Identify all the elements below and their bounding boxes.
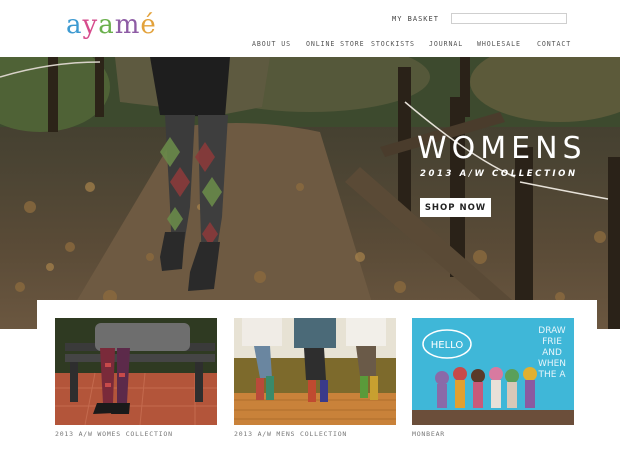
collection-tile-monbear[interactable]: HELLO DRAW FRIE AND WHEN THE A <box>412 318 574 425</box>
monbear-collection-photo: HELLO DRAW FRIE AND WHEN THE A <box>412 318 574 425</box>
nav-item-journal[interactable]: JOURNAL <box>429 40 463 48</box>
logo-letter-a: a <box>66 10 83 40</box>
site-header: ayamé MY BASKET ABOUT US ONLINE STORE ST… <box>0 0 620 57</box>
collection-caption-womens[interactable]: 2013 A/W WOMES COLLECTION <box>55 430 173 438</box>
nav-item-stockists[interactable]: STOCKISTS <box>371 40 415 48</box>
search-input[interactable] <box>451 13 567 24</box>
my-basket-link[interactable]: MY BASKET <box>392 15 439 23</box>
nav-item-contact[interactable]: CONTACT <box>537 40 571 48</box>
hero-title: WOMENS <box>417 131 587 166</box>
logo-letter-y: y <box>82 10 99 40</box>
hello-sign-text: HELLO <box>431 340 464 351</box>
nav-item-online-store[interactable]: ONLINE STORE <box>306 40 364 48</box>
collection-tile-womens[interactable] <box>55 318 217 425</box>
main-nav: ABOUT US ONLINE STORE STOCKISTS JOURNAL … <box>0 40 620 52</box>
hero-subtitle: 2013 A/W COLLECTION <box>420 169 578 179</box>
hero-forest-photo <box>0 57 620 329</box>
collection-caption-monbear[interactable]: MONBEAR <box>412 430 445 438</box>
collection-caption-mens[interactable]: 2013 A/W MENS COLLECTION <box>234 430 347 438</box>
nav-item-wholesale[interactable]: WHOLESALE <box>477 40 521 48</box>
logo-letter-e: é <box>140 10 157 40</box>
shop-now-button[interactable]: SHOP NOW <box>420 198 491 217</box>
logo-letter-m: m <box>114 10 141 40</box>
logo-letter-a2: a <box>98 10 115 40</box>
womens-collection-photo <box>55 318 217 425</box>
mens-collection-photo <box>234 318 396 425</box>
hero-banner[interactable]: WOMENS 2013 A/W COLLECTION SHOP NOW <box>0 57 620 329</box>
nav-item-about-us[interactable]: ABOUT US <box>252 40 291 48</box>
collection-tile-mens[interactable] <box>234 318 396 425</box>
